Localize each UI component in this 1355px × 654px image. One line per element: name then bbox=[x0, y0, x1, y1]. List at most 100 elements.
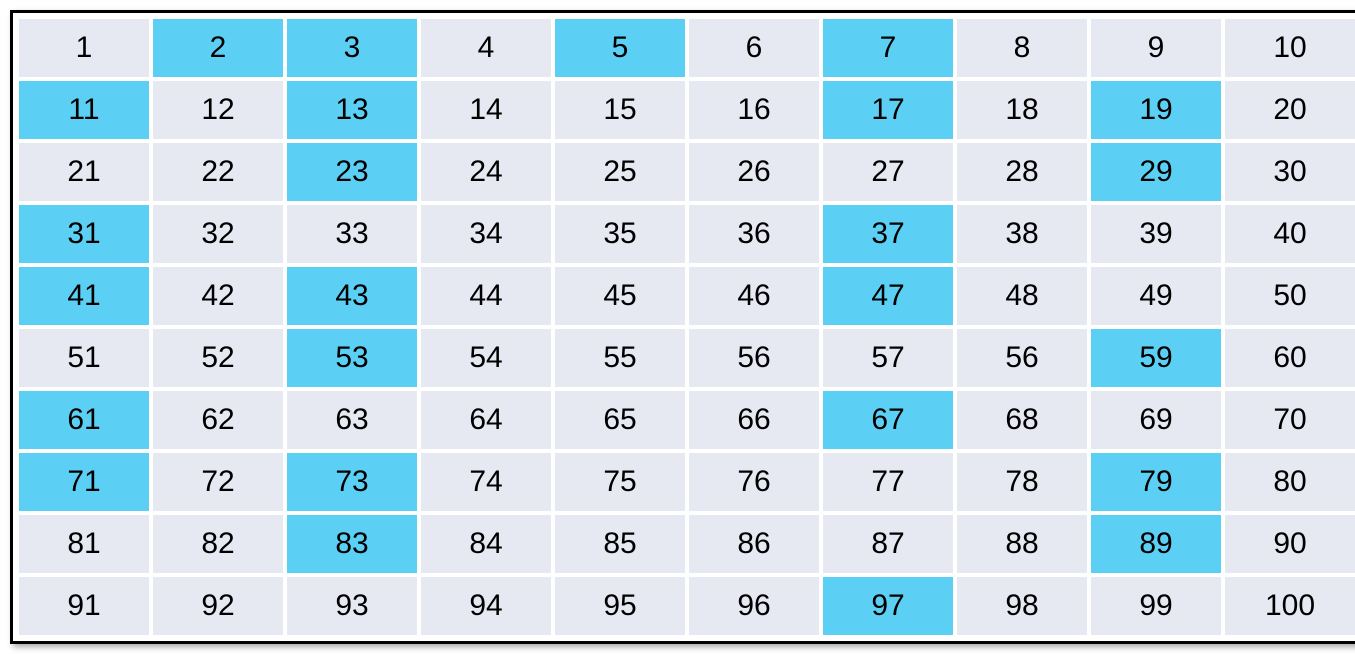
grid-cell: 85 bbox=[555, 515, 685, 573]
grid-cell: 57 bbox=[823, 329, 953, 387]
grid-cell: 76 bbox=[689, 453, 819, 511]
grid-cell: 56 bbox=[689, 329, 819, 387]
grid-cell: 47 bbox=[823, 267, 953, 325]
grid-cell: 69 bbox=[1091, 391, 1221, 449]
grid-cell: 23 bbox=[287, 143, 417, 201]
grid-cell: 1 bbox=[19, 19, 149, 77]
grid-cell: 31 bbox=[19, 205, 149, 263]
grid-cell: 79 bbox=[1091, 453, 1221, 511]
grid-cell: 89 bbox=[1091, 515, 1221, 573]
grid-cell: 2 bbox=[153, 19, 283, 77]
grid-cell: 78 bbox=[957, 453, 1087, 511]
grid-cell: 56 bbox=[957, 329, 1087, 387]
grid-cell: 25 bbox=[555, 143, 685, 201]
grid-cell: 3 bbox=[287, 19, 417, 77]
grid-cell: 65 bbox=[555, 391, 685, 449]
grid-cell: 50 bbox=[1225, 267, 1355, 325]
grid-cell: 77 bbox=[823, 453, 953, 511]
grid-cell: 8 bbox=[957, 19, 1087, 77]
grid-cell: 86 bbox=[689, 515, 819, 573]
grid-cell: 53 bbox=[287, 329, 417, 387]
grid-cell: 81 bbox=[19, 515, 149, 573]
grid-cell: 68 bbox=[957, 391, 1087, 449]
grid-cell: 72 bbox=[153, 453, 283, 511]
grid-cell: 46 bbox=[689, 267, 819, 325]
grid-cell: 55 bbox=[555, 329, 685, 387]
grid-cell: 60 bbox=[1225, 329, 1355, 387]
grid-cell: 75 bbox=[555, 453, 685, 511]
grid-cell: 32 bbox=[153, 205, 283, 263]
grid-cell: 63 bbox=[287, 391, 417, 449]
grid-cell: 90 bbox=[1225, 515, 1355, 573]
grid-cell: 74 bbox=[421, 453, 551, 511]
grid-cell: 45 bbox=[555, 267, 685, 325]
grid-cell: 51 bbox=[19, 329, 149, 387]
grid-cell: 11 bbox=[19, 81, 149, 139]
grid-cell: 35 bbox=[555, 205, 685, 263]
grid-cell: 4 bbox=[421, 19, 551, 77]
grid-cell: 88 bbox=[957, 515, 1087, 573]
grid-cell: 70 bbox=[1225, 391, 1355, 449]
grid-cell: 22 bbox=[153, 143, 283, 201]
grid-cell: 64 bbox=[421, 391, 551, 449]
grid-cell: 62 bbox=[153, 391, 283, 449]
grid-cell: 48 bbox=[957, 267, 1087, 325]
grid-cell: 14 bbox=[421, 81, 551, 139]
grid-cell: 28 bbox=[957, 143, 1087, 201]
grid-cell: 24 bbox=[421, 143, 551, 201]
grid-cell: 15 bbox=[555, 81, 685, 139]
grid-cell: 95 bbox=[555, 577, 685, 635]
grid-cell: 94 bbox=[421, 577, 551, 635]
grid-cell: 54 bbox=[421, 329, 551, 387]
grid-cell: 93 bbox=[287, 577, 417, 635]
grid-cell: 84 bbox=[421, 515, 551, 573]
grid-cell: 29 bbox=[1091, 143, 1221, 201]
grid-cell: 71 bbox=[19, 453, 149, 511]
grid-cell: 17 bbox=[823, 81, 953, 139]
grid-cell: 34 bbox=[421, 205, 551, 263]
grid-cell: 39 bbox=[1091, 205, 1221, 263]
grid-cell: 91 bbox=[19, 577, 149, 635]
grid-cell: 13 bbox=[287, 81, 417, 139]
grid-cell: 30 bbox=[1225, 143, 1355, 201]
grid-cell: 6 bbox=[689, 19, 819, 77]
grid-cell: 38 bbox=[957, 205, 1087, 263]
grid-cell: 80 bbox=[1225, 453, 1355, 511]
grid-cell: 5 bbox=[555, 19, 685, 77]
grid-cell: 10 bbox=[1225, 19, 1355, 77]
grid-cell: 98 bbox=[957, 577, 1087, 635]
grid-cell: 59 bbox=[1091, 329, 1221, 387]
grid-cell: 82 bbox=[153, 515, 283, 573]
grid-cell: 21 bbox=[19, 143, 149, 201]
grid-cell: 9 bbox=[1091, 19, 1221, 77]
grid-cell: 66 bbox=[689, 391, 819, 449]
grid-cell: 36 bbox=[689, 205, 819, 263]
grid-cell: 44 bbox=[421, 267, 551, 325]
grid-cell: 99 bbox=[1091, 577, 1221, 635]
grid-cell: 83 bbox=[287, 515, 417, 573]
grid-cell: 97 bbox=[823, 577, 953, 635]
grid-cell: 87 bbox=[823, 515, 953, 573]
grid-cell: 20 bbox=[1225, 81, 1355, 139]
number-grid-wrapper: 1234567891011121314151617181920212223242… bbox=[10, 10, 1355, 644]
grid-cell: 7 bbox=[823, 19, 953, 77]
grid-cell: 26 bbox=[689, 143, 819, 201]
grid-cell: 42 bbox=[153, 267, 283, 325]
grid-cell: 92 bbox=[153, 577, 283, 635]
grid-cell: 96 bbox=[689, 577, 819, 635]
number-grid: 1234567891011121314151617181920212223242… bbox=[19, 19, 1355, 635]
grid-cell: 100 bbox=[1225, 577, 1355, 635]
grid-cell: 49 bbox=[1091, 267, 1221, 325]
grid-cell: 37 bbox=[823, 205, 953, 263]
grid-cell: 27 bbox=[823, 143, 953, 201]
grid-cell: 52 bbox=[153, 329, 283, 387]
grid-cell: 12 bbox=[153, 81, 283, 139]
grid-cell: 19 bbox=[1091, 81, 1221, 139]
grid-cell: 43 bbox=[287, 267, 417, 325]
grid-cell: 18 bbox=[957, 81, 1087, 139]
grid-cell: 33 bbox=[287, 205, 417, 263]
grid-cell: 73 bbox=[287, 453, 417, 511]
grid-cell: 41 bbox=[19, 267, 149, 325]
grid-cell: 16 bbox=[689, 81, 819, 139]
grid-cell: 67 bbox=[823, 391, 953, 449]
